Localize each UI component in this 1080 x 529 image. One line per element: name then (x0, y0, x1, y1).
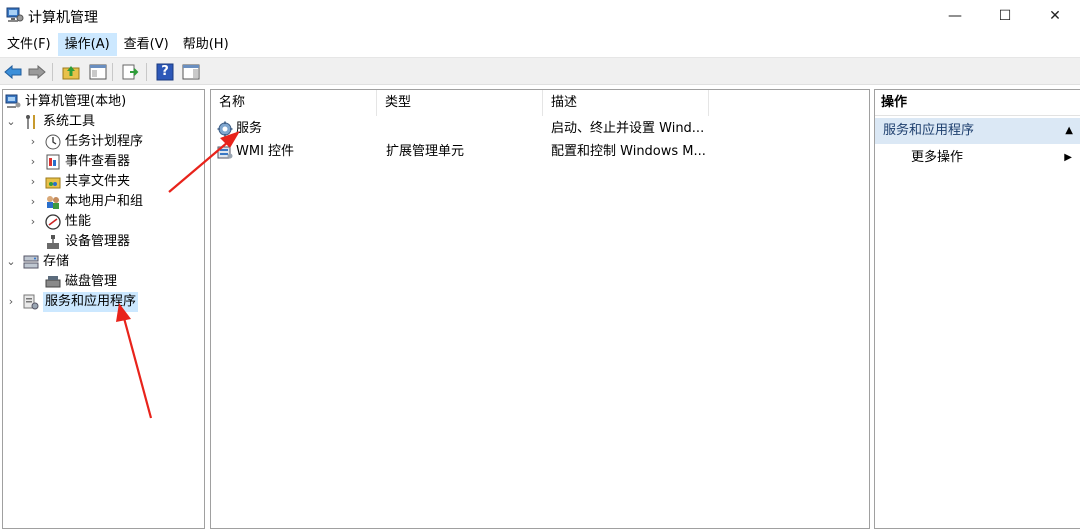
show-hide-action-pane-icon[interactable] (181, 62, 201, 82)
minimize-icon: — (948, 8, 962, 24)
list-item-wmi-control[interactable]: WMI 控件 扩展管理单元 配置和控制 Windows M... (215, 141, 865, 163)
help-glyph: ? (161, 64, 169, 79)
tree-item-label: 事件查看器 (65, 154, 131, 169)
tree-item-task-scheduler[interactable]: › 任务计划程序 (27, 132, 143, 152)
tree-item-label: 磁盘管理 (65, 274, 118, 289)
computer-management-icon (5, 94, 21, 110)
device-manager-icon (45, 234, 61, 250)
list-item-name: WMI 控件 (236, 144, 295, 159)
list-item-type: 扩展管理单元 (386, 144, 465, 159)
tree-item-services-applications[interactable]: › 服务和应用程序 (5, 292, 139, 312)
menu-help[interactable]: 帮助(H) (176, 33, 236, 56)
tree-item-label: 服务和应用程序 (43, 292, 139, 312)
tree-item-shared-folders[interactable]: › 共享文件夹 (27, 172, 130, 192)
maximize-icon: ☐ (998, 8, 1012, 24)
tree-item-event-viewer[interactable]: › 事件查看器 (27, 152, 130, 172)
event-viewer-icon (45, 154, 61, 170)
actions-group-label: 服务和应用程序 (883, 123, 975, 138)
storage-icon (23, 254, 39, 270)
show-hide-tree-icon[interactable] (88, 62, 108, 82)
list-item-services[interactable]: 服务 启动、终止并设置 Wind... (215, 118, 865, 140)
tree-root-label: 计算机管理(本地) (25, 94, 127, 109)
expander-collapsed-icon[interactable]: › (27, 212, 39, 232)
services-applications-icon (23, 294, 39, 310)
expander-collapsed-icon[interactable]: › (5, 292, 17, 312)
menu-action[interactable]: 操作(A) (57, 33, 117, 56)
list-item-name: 服务 (236, 121, 263, 136)
maximize-button[interactable]: ☐ (982, 0, 1028, 32)
submenu-arrow-icon[interactable]: ▶ (1064, 146, 1072, 170)
tree-root[interactable]: 计算机管理(本地) (5, 92, 126, 112)
window-title: 计算机管理 (28, 10, 98, 26)
tree-item-device-manager[interactable]: 设备管理器 (27, 232, 130, 252)
computer-management-icon (6, 7, 24, 23)
expander-collapsed-icon[interactable]: › (27, 172, 39, 192)
column-header-name[interactable]: 名称 (211, 90, 377, 116)
services-gear-icon (217, 121, 233, 137)
actions-group-services-applications[interactable]: 服务和应用程序 ▲ (875, 118, 1080, 144)
tree-item-label: 本地用户和组 (65, 194, 144, 209)
column-header-description[interactable]: 描述 (543, 90, 709, 116)
tree-item-label: 存储 (43, 254, 70, 269)
list-item-description: 配置和控制 Windows M... (551, 144, 706, 159)
console-tree: 计算机管理(本地) ⌄ 系统工具 › 任务计划程序 › 事件查看器 › 共享文件… (2, 89, 205, 529)
up-folder-icon[interactable] (61, 62, 81, 82)
tree-item-label: 共享文件夹 (65, 174, 131, 189)
tree-item-local-users-groups[interactable]: › 本地用户和组 (27, 192, 143, 212)
more-actions-item[interactable]: 更多操作 (911, 146, 963, 170)
list-item-description: 启动、终止并设置 Wind... (551, 121, 705, 136)
tree-item-storage[interactable]: ⌄ 存储 (5, 252, 69, 272)
tree-item-label: 任务计划程序 (65, 134, 144, 149)
tree-item-label: 设备管理器 (65, 234, 131, 249)
toolbar-separator (112, 63, 113, 81)
actions-header: 操作 (875, 90, 1080, 116)
menu-view[interactable]: 查看(V) (117, 33, 176, 56)
close-icon: ✕ (1049, 8, 1061, 24)
forward-arrow-icon[interactable] (27, 62, 47, 82)
disk-management-icon (45, 274, 61, 290)
title-bar: 计算机管理 — ☐ ✕ (0, 0, 1080, 32)
performance-icon (45, 214, 61, 230)
wmi-control-icon (217, 144, 233, 160)
column-header-type[interactable]: 类型 (377, 90, 543, 116)
toolbar-separator (146, 63, 147, 81)
toolbar-separator (52, 63, 53, 81)
back-arrow-icon[interactable] (3, 62, 23, 82)
export-list-icon[interactable] (120, 62, 140, 82)
tree-item-label: 系统工具 (43, 114, 96, 129)
minimize-button[interactable]: — (932, 0, 978, 32)
clock-icon (45, 134, 61, 150)
help-icon[interactable]: ? (155, 62, 175, 82)
users-group-icon (45, 194, 61, 210)
expander-collapsed-icon[interactable]: › (27, 192, 39, 212)
menu-file[interactable]: 文件(F) (0, 33, 58, 56)
expander-expanded-icon[interactable]: ⌄ (5, 252, 17, 272)
tree-item-performance[interactable]: › 性能 (27, 212, 91, 232)
system-tools-icon (23, 114, 39, 130)
expander-expanded-icon[interactable]: ⌄ (5, 112, 17, 132)
details-list: 名称 类型 描述 服务 启动、终止并设置 Wind... WMI 控件 扩展管理… (210, 89, 870, 529)
toolbar: ? (0, 57, 1080, 85)
tree-item-system-tools[interactable]: ⌄ 系统工具 (5, 112, 95, 132)
menu-bar: 文件(F) 操作(A) 查看(V) 帮助(H) (0, 33, 1080, 56)
expander-collapsed-icon[interactable]: › (27, 152, 39, 172)
close-button[interactable]: ✕ (1032, 0, 1078, 32)
shared-folder-icon (45, 174, 61, 190)
expander-collapsed-icon[interactable]: › (27, 132, 39, 152)
collapse-up-icon[interactable]: ▲ (1065, 118, 1073, 144)
actions-pane: 操作 服务和应用程序 ▲ 更多操作 ▶ (874, 89, 1080, 529)
tree-item-disk-management[interactable]: 磁盘管理 (27, 272, 117, 292)
tree-item-label: 性能 (65, 214, 92, 229)
